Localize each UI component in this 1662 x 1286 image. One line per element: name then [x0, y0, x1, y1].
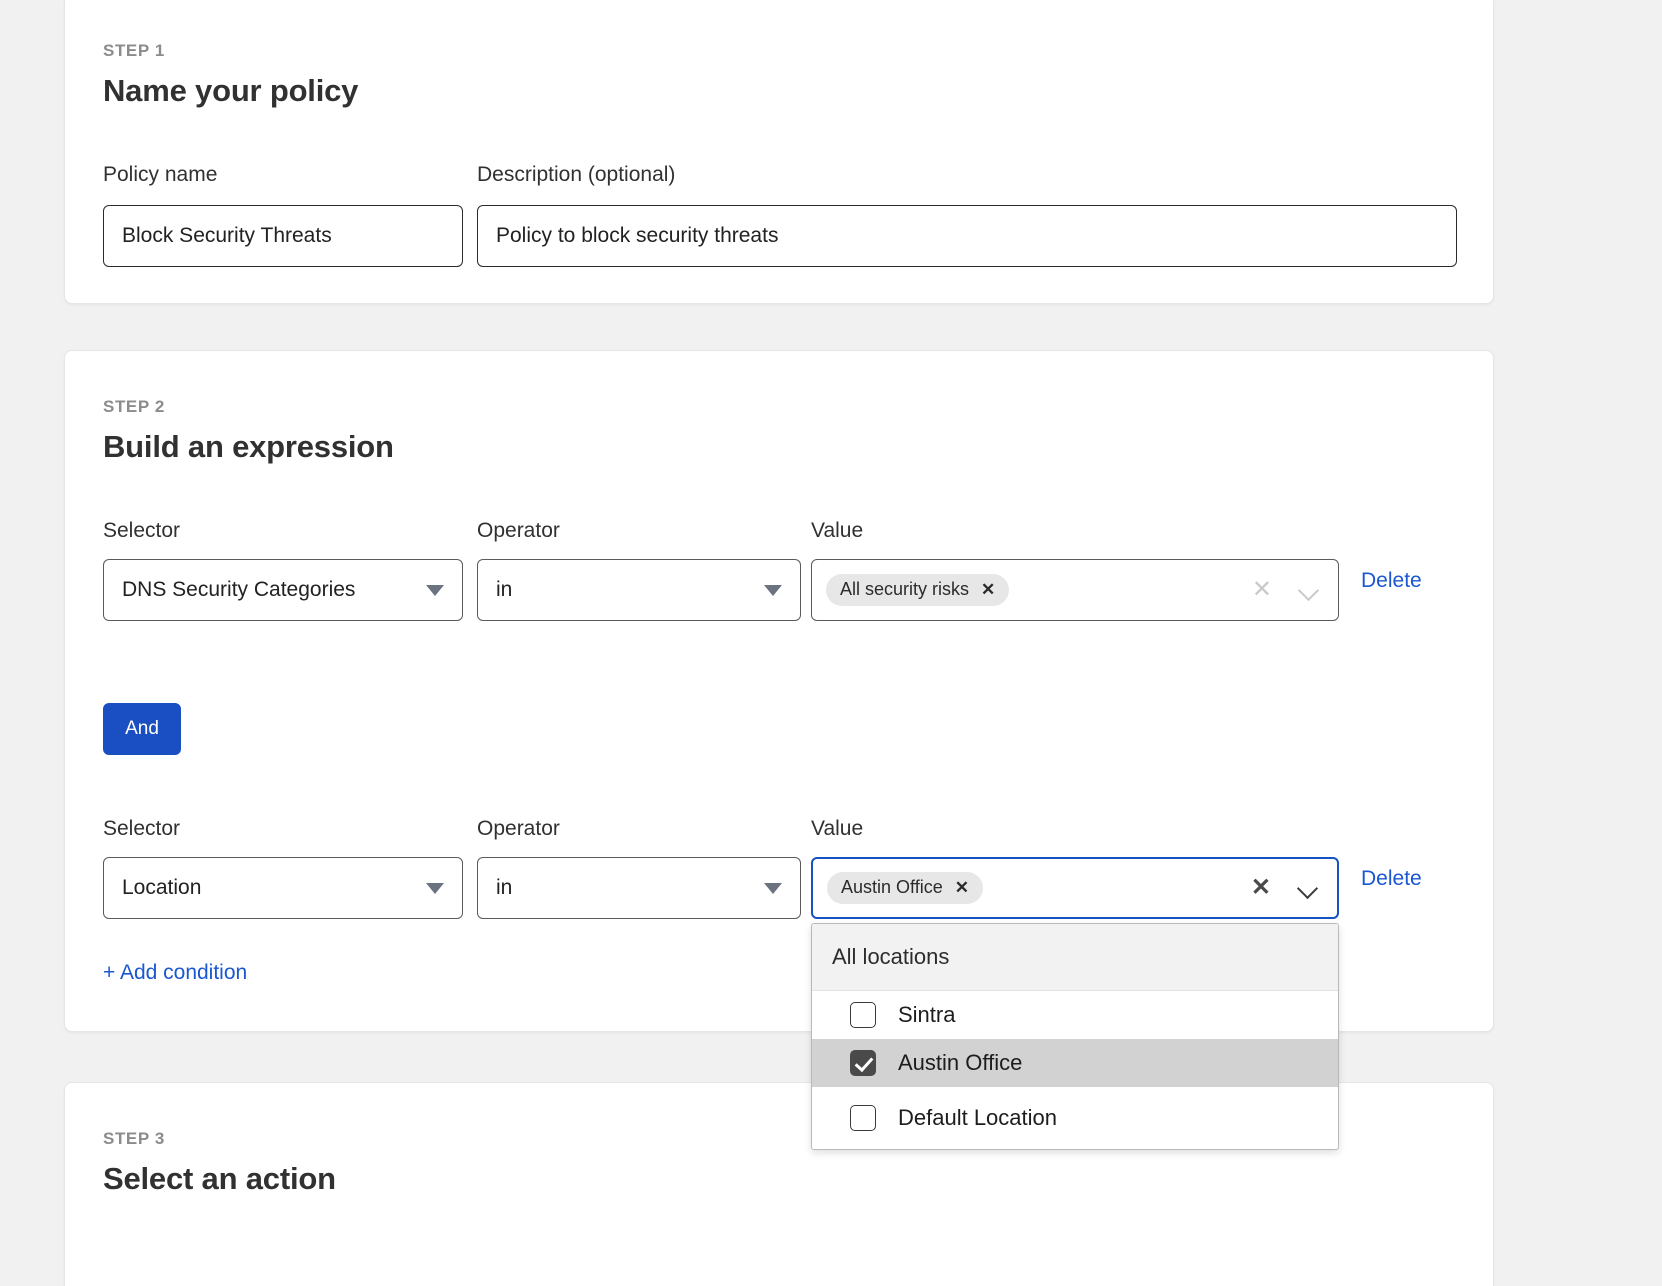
- chip-remove-icon[interactable]: ✕: [955, 879, 969, 896]
- chip-remove-icon[interactable]: ✕: [981, 581, 995, 598]
- operator-select-1[interactable]: in: [477, 559, 801, 621]
- chevron-down-icon: [764, 585, 782, 596]
- chevron-down-icon: [426, 883, 444, 894]
- checkbox-unchecked-icon[interactable]: [850, 1105, 876, 1131]
- description-label: Description (optional): [477, 163, 675, 187]
- selector-select-2[interactable]: Location: [103, 857, 463, 919]
- step-2-card: STEP 2 Build an expression Selector DNS …: [64, 350, 1494, 1032]
- selector-label-1: Selector: [103, 519, 180, 543]
- delete-condition-link-1[interactable]: Delete: [1361, 569, 1422, 593]
- value-chip-1: All security risks ✕: [826, 574, 1009, 606]
- selector-label-2: Selector: [103, 817, 180, 841]
- dropdown-option-label: Default Location: [898, 1105, 1057, 1131]
- value-label-1: Value: [811, 519, 863, 543]
- dropdown-header: All locations: [812, 924, 1338, 991]
- step-2-title: Build an expression: [103, 429, 394, 465]
- operator-value-1: in: [496, 578, 512, 602]
- description-value: Policy to block security threats: [496, 224, 778, 248]
- chevron-down-icon[interactable]: [1297, 877, 1319, 899]
- operator-label-1: Operator: [477, 519, 560, 543]
- step-3-label: STEP 3: [103, 1129, 165, 1149]
- step-1-card: STEP 1 Name your policy Policy name Bloc…: [64, 0, 1494, 304]
- policy-name-value: Block Security Threats: [122, 224, 332, 248]
- locations-dropdown: All locations Sintra Austin Office Defau…: [811, 923, 1339, 1150]
- operator-select-2[interactable]: in: [477, 857, 801, 919]
- operator-value-2: in: [496, 876, 512, 900]
- step-2-label: STEP 2: [103, 397, 165, 417]
- chevron-down-icon[interactable]: [1298, 579, 1320, 601]
- step-1-title: Name your policy: [103, 73, 358, 109]
- selector-value-2: Location: [122, 876, 201, 900]
- policy-builder-page: STEP 1 Name your policy Policy name Bloc…: [0, 0, 1662, 1286]
- operator-label-2: Operator: [477, 817, 560, 841]
- clear-icon[interactable]: ✕: [1252, 578, 1272, 602]
- checkbox-unchecked-icon[interactable]: [850, 1002, 876, 1028]
- value-multiselect-2[interactable]: Austin Office ✕ ✕: [811, 857, 1339, 919]
- description-input[interactable]: Policy to block security threats: [477, 205, 1457, 267]
- value-multiselect-1[interactable]: All security risks ✕ ✕: [811, 559, 1339, 621]
- delete-condition-link-2[interactable]: Delete: [1361, 867, 1422, 891]
- checkbox-checked-icon[interactable]: [850, 1050, 876, 1076]
- policy-name-input[interactable]: Block Security Threats: [103, 205, 463, 267]
- chevron-down-icon: [426, 585, 444, 596]
- dropdown-option-austin-office[interactable]: Austin Office: [812, 1039, 1338, 1087]
- clear-icon[interactable]: ✕: [1251, 876, 1271, 900]
- chevron-down-icon: [764, 883, 782, 894]
- step-1-label: STEP 1: [103, 41, 165, 61]
- value-chip-label-1: All security risks: [840, 579, 969, 600]
- selector-value-1: DNS Security Categories: [122, 578, 355, 602]
- add-condition-link[interactable]: + Add condition: [103, 961, 247, 985]
- selector-select-1[interactable]: DNS Security Categories: [103, 559, 463, 621]
- value-chip-label-2: Austin Office: [841, 877, 943, 898]
- policy-name-label: Policy name: [103, 163, 217, 187]
- step-3-title: Select an action: [103, 1161, 336, 1197]
- dropdown-option-default-location[interactable]: Default Location: [812, 1087, 1338, 1149]
- and-operator-button[interactable]: And: [103, 703, 181, 755]
- dropdown-option-label: Sintra: [898, 1002, 955, 1028]
- dropdown-option-label: Austin Office: [898, 1050, 1022, 1076]
- value-chip-2: Austin Office ✕: [827, 872, 983, 904]
- value-label-2: Value: [811, 817, 863, 841]
- dropdown-option-sintra[interactable]: Sintra: [812, 991, 1338, 1039]
